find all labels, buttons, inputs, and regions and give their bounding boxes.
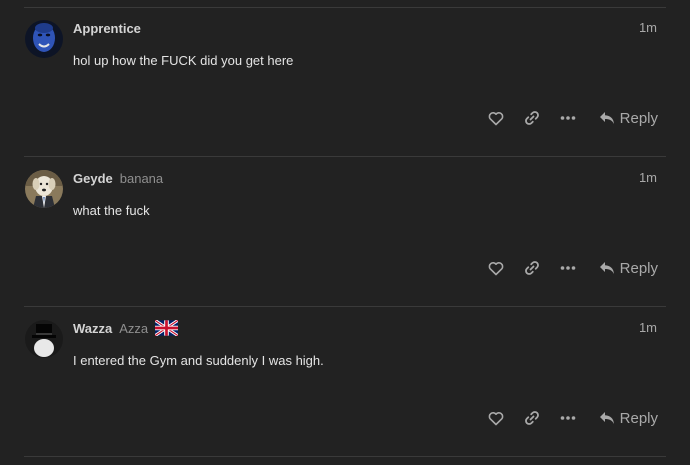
- post-meta: Wazza Azza: [73, 319, 180, 337]
- user-fullname[interactable]: Azza: [119, 321, 148, 336]
- post-apprentice: Apprentice 1m hol up how the FUCK did yo…: [0, 8, 690, 158]
- ellipsis-icon: [560, 416, 575, 420]
- like-button[interactable]: [485, 407, 507, 429]
- reply-button[interactable]: Reply: [599, 410, 658, 427]
- post-actions: Reply: [485, 257, 658, 279]
- post-time[interactable]: 1m: [639, 20, 657, 35]
- post-meta: Apprentice: [73, 20, 141, 36]
- post-wazza: Wazza Azza 1m I entered the Gym and sudd…: [0, 308, 690, 458]
- post-time[interactable]: 1m: [639, 320, 657, 335]
- post-body: I entered the Gym and suddenly I was hig…: [73, 353, 324, 368]
- blue-face-avatar-icon: [25, 20, 63, 58]
- user-fullname[interactable]: banana: [120, 171, 163, 186]
- more-options-button[interactable]: [557, 407, 579, 429]
- top-hat-avatar-icon: [25, 320, 63, 358]
- share-link-button[interactable]: [521, 107, 543, 129]
- post-meta: Geyde banana: [73, 170, 163, 186]
- username-link[interactable]: Geyde: [73, 171, 113, 186]
- user-avatar[interactable]: [25, 170, 63, 208]
- post-body: what the fuck: [73, 203, 150, 218]
- post-body: hol up how the FUCK did you get here: [73, 53, 294, 68]
- ellipsis-icon: [560, 266, 575, 270]
- more-options-button[interactable]: [557, 107, 579, 129]
- reply-button[interactable]: Reply: [599, 110, 658, 127]
- user-avatar[interactable]: [25, 20, 63, 58]
- post-time[interactable]: 1m: [639, 170, 657, 185]
- reply-icon: [599, 412, 614, 424]
- link-icon: [524, 411, 539, 425]
- reply-icon: [599, 112, 614, 124]
- reply-label: Reply: [619, 109, 658, 127]
- username-link[interactable]: Apprentice: [73, 21, 141, 36]
- like-button[interactable]: [485, 107, 507, 129]
- user-avatar[interactable]: [25, 320, 63, 358]
- post-geyde: Geyde banana 1m what the fuck Reply: [0, 158, 690, 308]
- post-actions: Reply: [485, 407, 658, 429]
- heart-icon: [488, 111, 504, 125]
- share-link-button[interactable]: [521, 257, 543, 279]
- heart-icon: [488, 261, 504, 275]
- link-icon: [524, 261, 539, 275]
- heart-icon: [488, 411, 504, 425]
- post-actions: Reply: [485, 107, 658, 129]
- reply-label: Reply: [619, 409, 658, 427]
- reply-icon: [599, 262, 614, 274]
- username-link[interactable]: Wazza: [73, 321, 112, 336]
- union-jack-flag-icon: [154, 319, 180, 337]
- ellipsis-icon: [560, 116, 575, 120]
- reply-button[interactable]: Reply: [599, 260, 658, 277]
- link-icon: [524, 111, 539, 125]
- more-options-button[interactable]: [557, 257, 579, 279]
- like-button[interactable]: [485, 257, 507, 279]
- dog-in-suit-avatar-icon: [25, 170, 63, 208]
- share-link-button[interactable]: [521, 407, 543, 429]
- reply-label: Reply: [619, 259, 658, 277]
